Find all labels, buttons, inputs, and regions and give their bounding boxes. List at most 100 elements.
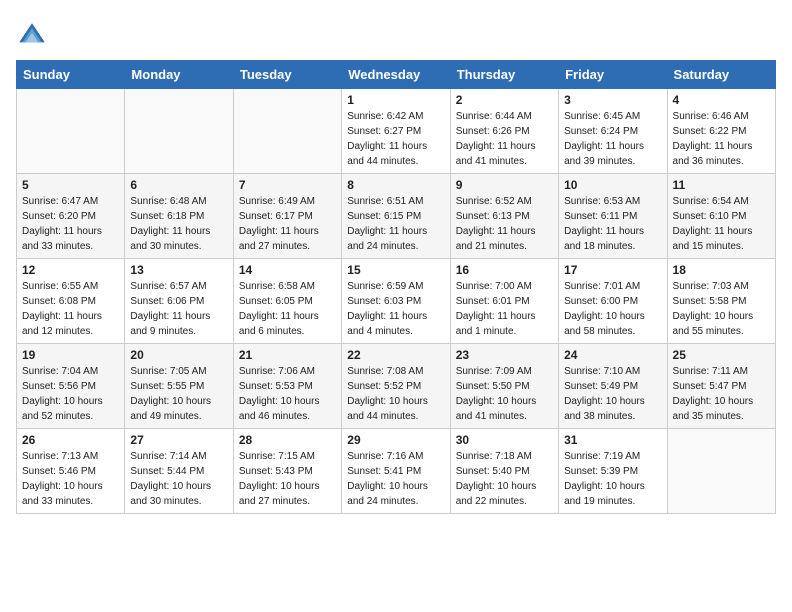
day-number: 24 bbox=[564, 348, 661, 362]
calendar-cell: 16 Sunrise: 7:00 AM Sunset: 6:01 PM Dayli… bbox=[450, 259, 558, 344]
day-info: Sunrise: 6:42 AM Sunset: 6:27 PM Dayligh… bbox=[347, 109, 444, 169]
day-info: Sunrise: 6:53 AM Sunset: 6:11 PM Dayligh… bbox=[564, 194, 661, 254]
day-number: 17 bbox=[564, 263, 661, 277]
day-info: Sunrise: 7:16 AM Sunset: 5:41 PM Dayligh… bbox=[347, 449, 444, 509]
weekday-header-row: SundayMondayTuesdayWednesdayThursdayFrid… bbox=[17, 61, 776, 89]
day-number: 8 bbox=[347, 178, 444, 192]
day-number: 22 bbox=[347, 348, 444, 362]
day-info: Sunrise: 6:51 AM Sunset: 6:15 PM Dayligh… bbox=[347, 194, 444, 254]
day-number: 18 bbox=[673, 263, 770, 277]
day-number: 19 bbox=[22, 348, 119, 362]
calendar-week-1: 1 Sunrise: 6:42 AM Sunset: 6:27 PM Daylig… bbox=[17, 89, 776, 174]
header-row bbox=[16, 16, 776, 52]
day-info: Sunrise: 7:06 AM Sunset: 5:53 PM Dayligh… bbox=[239, 364, 336, 424]
calendar-cell: 23Sunrise: 7:09 AM Sunset: 5:50 PM Dayli… bbox=[450, 344, 558, 429]
calendar-cell: 10 Sunrise: 6:53 AM Sunset: 6:11 PM Dayli… bbox=[559, 174, 667, 259]
day-number: 21 bbox=[239, 348, 336, 362]
calendar-cell bbox=[125, 89, 233, 174]
weekday-header-saturday: Saturday bbox=[667, 61, 775, 89]
day-info: Sunrise: 6:48 AM Sunset: 6:18 PM Dayligh… bbox=[130, 194, 227, 254]
logo-icon bbox=[16, 20, 48, 52]
day-number: 3 bbox=[564, 93, 661, 107]
calendar-cell: 7Sunrise: 6:49 AM Sunset: 6:17 PM Daylig… bbox=[233, 174, 341, 259]
day-number: 15 bbox=[347, 263, 444, 277]
day-number: 20 bbox=[130, 348, 227, 362]
calendar-cell: 22 Sunrise: 7:08 AM Sunset: 5:52 PM Dayli… bbox=[342, 344, 450, 429]
calendar-cell: 3 Sunrise: 6:45 AM Sunset: 6:24 PM Daylig… bbox=[559, 89, 667, 174]
calendar-cell: 6 Sunrise: 6:48 AM Sunset: 6:18 PM Daylig… bbox=[125, 174, 233, 259]
day-number: 10 bbox=[564, 178, 661, 192]
calendar-cell: 11 Sunrise: 6:54 AM Sunset: 6:10 PM Dayli… bbox=[667, 174, 775, 259]
calendar-cell: 19 Sunrise: 7:04 AM Sunset: 5:56 PM Dayli… bbox=[17, 344, 125, 429]
calendar-cell: 26 Sunrise: 7:13 AM Sunset: 5:46 PM Dayli… bbox=[17, 429, 125, 514]
day-number: 28 bbox=[239, 433, 336, 447]
day-info: Sunrise: 7:00 AM Sunset: 6:01 PM Dayligh… bbox=[456, 279, 553, 339]
calendar-cell: 9Sunrise: 6:52 AM Sunset: 6:13 PM Daylig… bbox=[450, 174, 558, 259]
calendar-cell: 4 Sunrise: 6:46 AM Sunset: 6:22 PM Daylig… bbox=[667, 89, 775, 174]
day-info: Sunrise: 6:45 AM Sunset: 6:24 PM Dayligh… bbox=[564, 109, 661, 169]
calendar-cell: 28 Sunrise: 7:15 AM Sunset: 5:43 PM Dayli… bbox=[233, 429, 341, 514]
calendar-week-5: 26 Sunrise: 7:13 AM Sunset: 5:46 PM Dayli… bbox=[17, 429, 776, 514]
calendar-cell: 8 Sunrise: 6:51 AM Sunset: 6:15 PM Daylig… bbox=[342, 174, 450, 259]
day-info: Sunrise: 7:09 AM Sunset: 5:50 PM Dayligh… bbox=[456, 364, 553, 424]
calendar-cell: 1 Sunrise: 6:42 AM Sunset: 6:27 PM Daylig… bbox=[342, 89, 450, 174]
day-info: Sunrise: 7:14 AM Sunset: 5:44 PM Dayligh… bbox=[130, 449, 227, 509]
calendar-cell: 20Sunrise: 7:05 AM Sunset: 5:55 PM Dayli… bbox=[125, 344, 233, 429]
calendar-cell: 12 Sunrise: 6:55 AM Sunset: 6:08 PM Dayli… bbox=[17, 259, 125, 344]
day-info: Sunrise: 6:49 AM Sunset: 6:17 PM Dayligh… bbox=[239, 194, 336, 254]
day-number: 5 bbox=[22, 178, 119, 192]
calendar-week-4: 19 Sunrise: 7:04 AM Sunset: 5:56 PM Dayli… bbox=[17, 344, 776, 429]
day-number: 1 bbox=[347, 93, 444, 107]
calendar-cell: 17 Sunrise: 7:01 AM Sunset: 6:00 PM Dayli… bbox=[559, 259, 667, 344]
day-number: 13 bbox=[130, 263, 227, 277]
day-info: Sunrise: 6:46 AM Sunset: 6:22 PM Dayligh… bbox=[673, 109, 770, 169]
calendar-cell bbox=[17, 89, 125, 174]
day-info: Sunrise: 6:58 AM Sunset: 6:05 PM Dayligh… bbox=[239, 279, 336, 339]
calendar-cell bbox=[233, 89, 341, 174]
day-info: Sunrise: 7:18 AM Sunset: 5:40 PM Dayligh… bbox=[456, 449, 553, 509]
weekday-header-thursday: Thursday bbox=[450, 61, 558, 89]
page-container: SundayMondayTuesdayWednesdayThursdayFrid… bbox=[0, 0, 792, 522]
day-number: 11 bbox=[673, 178, 770, 192]
day-info: Sunrise: 6:57 AM Sunset: 6:06 PM Dayligh… bbox=[130, 279, 227, 339]
calendar-cell: 30 Sunrise: 7:18 AM Sunset: 5:40 PM Dayli… bbox=[450, 429, 558, 514]
day-info: Sunrise: 7:15 AM Sunset: 5:43 PM Dayligh… bbox=[239, 449, 336, 509]
calendar-cell: 14 Sunrise: 6:58 AM Sunset: 6:05 PM Dayli… bbox=[233, 259, 341, 344]
calendar-cell: 31 Sunrise: 7:19 AM Sunset: 5:39 PM Dayli… bbox=[559, 429, 667, 514]
day-number: 6 bbox=[130, 178, 227, 192]
day-info: Sunrise: 6:52 AM Sunset: 6:13 PM Dayligh… bbox=[456, 194, 553, 254]
day-number: 4 bbox=[673, 93, 770, 107]
calendar-table: SundayMondayTuesdayWednesdayThursdayFrid… bbox=[16, 60, 776, 514]
day-number: 16 bbox=[456, 263, 553, 277]
calendar-cell: 18Sunrise: 7:03 AM Sunset: 5:58 PM Dayli… bbox=[667, 259, 775, 344]
weekday-header-wednesday: Wednesday bbox=[342, 61, 450, 89]
day-info: Sunrise: 7:13 AM Sunset: 5:46 PM Dayligh… bbox=[22, 449, 119, 509]
day-number: 2 bbox=[456, 93, 553, 107]
calendar-cell: 2Sunrise: 6:44 AM Sunset: 6:26 PM Daylig… bbox=[450, 89, 558, 174]
day-info: Sunrise: 7:01 AM Sunset: 6:00 PM Dayligh… bbox=[564, 279, 661, 339]
day-info: Sunrise: 7:04 AM Sunset: 5:56 PM Dayligh… bbox=[22, 364, 119, 424]
day-number: 30 bbox=[456, 433, 553, 447]
weekday-header-tuesday: Tuesday bbox=[233, 61, 341, 89]
day-info: Sunrise: 6:55 AM Sunset: 6:08 PM Dayligh… bbox=[22, 279, 119, 339]
day-info: Sunrise: 6:59 AM Sunset: 6:03 PM Dayligh… bbox=[347, 279, 444, 339]
day-info: Sunrise: 7:08 AM Sunset: 5:52 PM Dayligh… bbox=[347, 364, 444, 424]
day-number: 31 bbox=[564, 433, 661, 447]
day-number: 26 bbox=[22, 433, 119, 447]
day-info: Sunrise: 7:19 AM Sunset: 5:39 PM Dayligh… bbox=[564, 449, 661, 509]
calendar-cell: 5 Sunrise: 6:47 AM Sunset: 6:20 PM Daylig… bbox=[17, 174, 125, 259]
weekday-header-sunday: Sunday bbox=[17, 61, 125, 89]
day-info: Sunrise: 7:11 AM Sunset: 5:47 PM Dayligh… bbox=[673, 364, 770, 424]
day-info: Sunrise: 6:47 AM Sunset: 6:20 PM Dayligh… bbox=[22, 194, 119, 254]
calendar-cell: 13 Sunrise: 6:57 AM Sunset: 6:06 PM Dayli… bbox=[125, 259, 233, 344]
calendar-cell: 24Sunrise: 7:10 AM Sunset: 5:49 PM Dayli… bbox=[559, 344, 667, 429]
calendar-week-3: 12 Sunrise: 6:55 AM Sunset: 6:08 PM Dayli… bbox=[17, 259, 776, 344]
weekday-header-friday: Friday bbox=[559, 61, 667, 89]
day-info: Sunrise: 6:54 AM Sunset: 6:10 PM Dayligh… bbox=[673, 194, 770, 254]
day-number: 14 bbox=[239, 263, 336, 277]
day-number: 27 bbox=[130, 433, 227, 447]
day-number: 29 bbox=[347, 433, 444, 447]
calendar-cell: 29 Sunrise: 7:16 AM Sunset: 5:41 PM Dayli… bbox=[342, 429, 450, 514]
day-number: 12 bbox=[22, 263, 119, 277]
calendar-cell: 15 Sunrise: 6:59 AM Sunset: 6:03 PM Dayli… bbox=[342, 259, 450, 344]
